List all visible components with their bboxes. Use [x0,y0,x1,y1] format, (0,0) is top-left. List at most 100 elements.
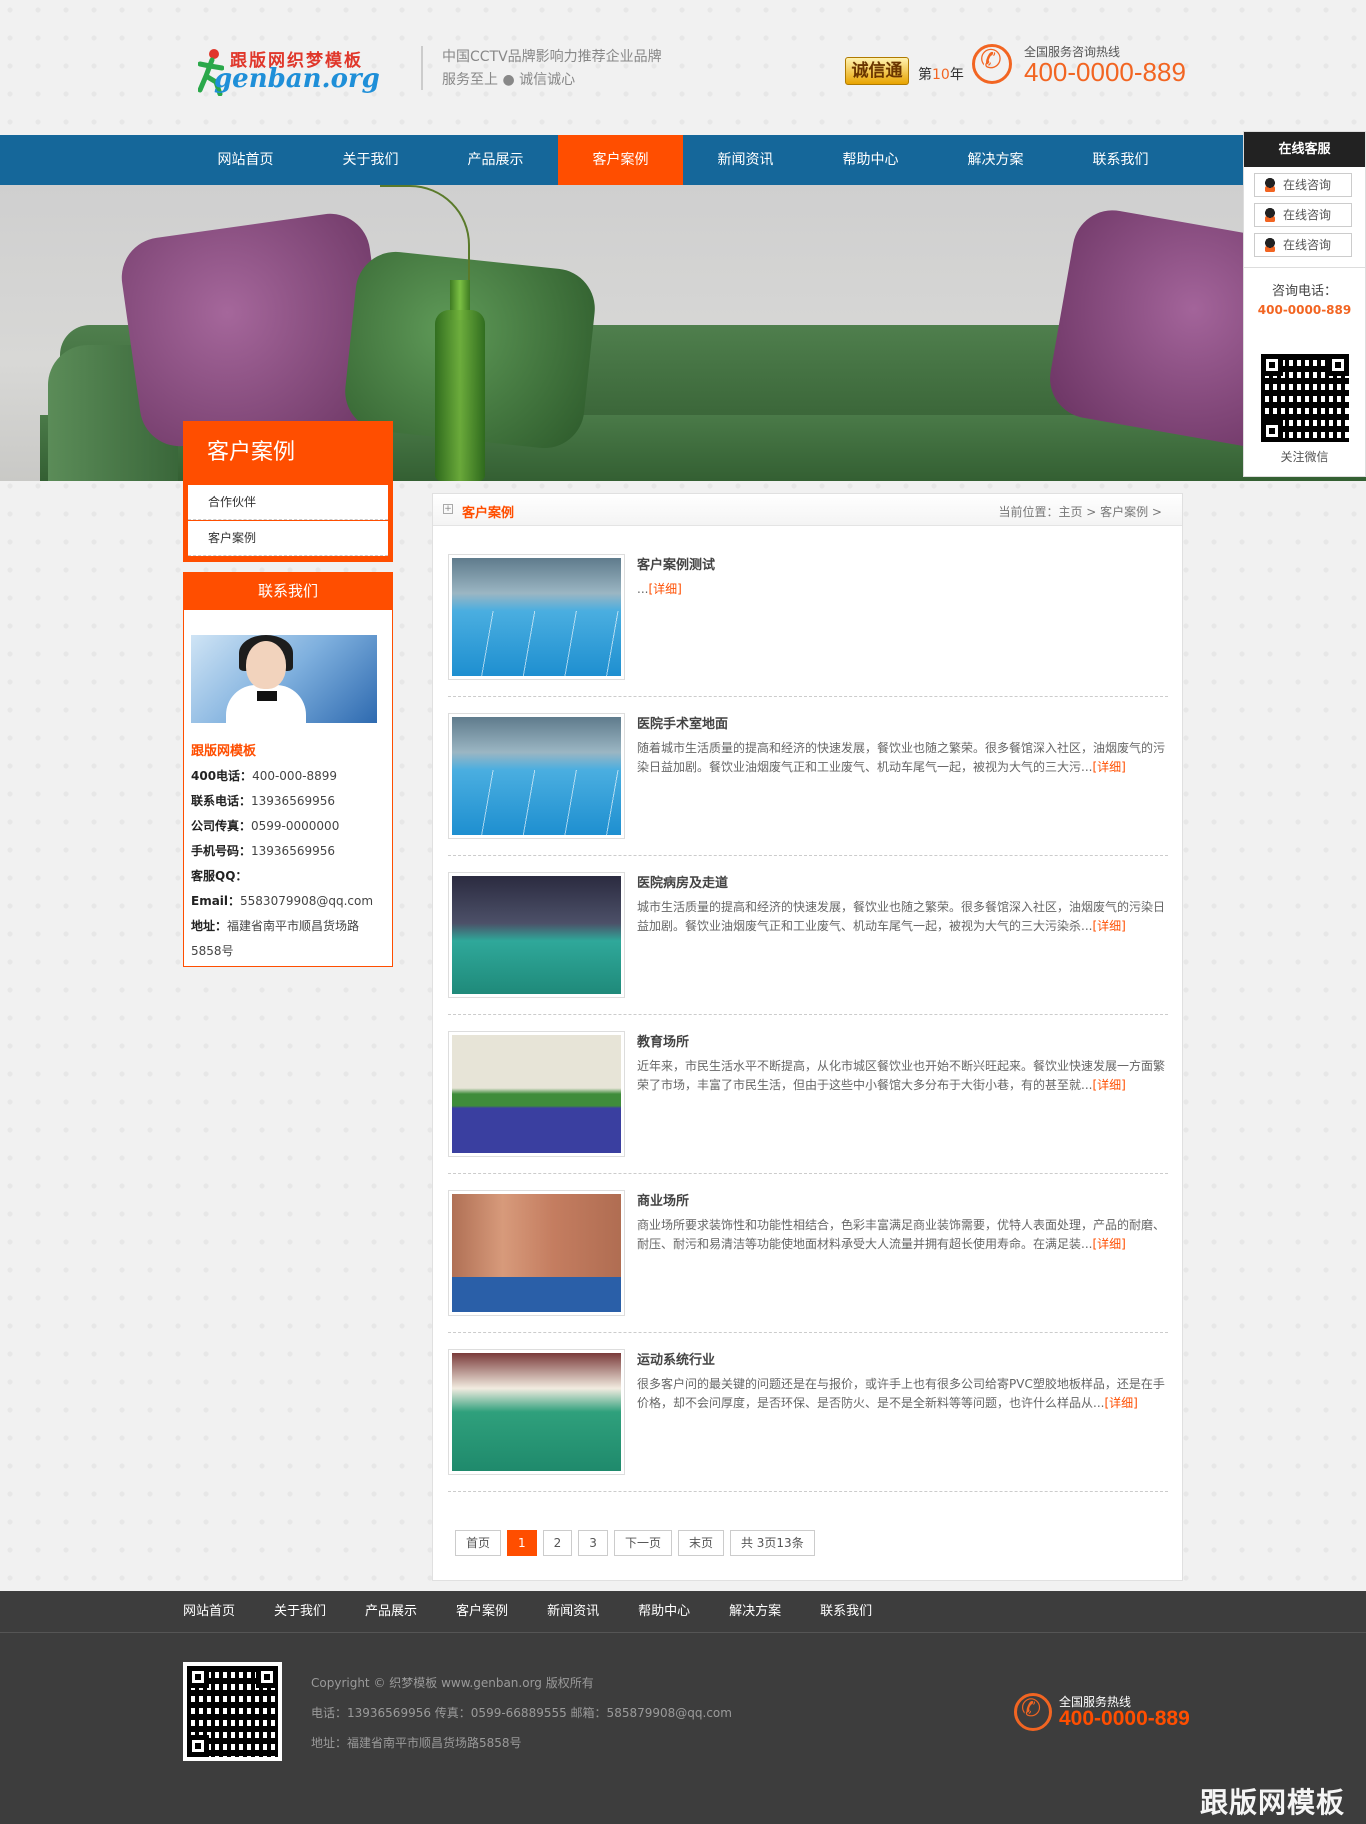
case-title[interactable]: 客户案例测试 [637,554,715,573]
case-item: 运动系统行业 很多客户问的最关键的问题还是在与报价，或许手上也有很多公司给寄PVC… [448,1333,1168,1492]
nav-item[interactable]: 帮助中心 [808,135,933,185]
contact-info: 跟版网模板 400电话：400-000-8899 联系电话：13936569956… [191,739,387,964]
pager-page[interactable]: 3 [578,1530,608,1556]
pager-first[interactable]: 首页 [455,1530,502,1556]
years-badge: 第10年 [918,67,964,83]
phone-icon [972,44,1012,84]
case-image [452,1035,621,1153]
case-description: 城市生活质量的提高和经济的快速发展，餐饮业也随之繁荣。很多餐馆深入社区，油烟废气… [637,900,1166,933]
nav-item[interactable]: 产品展示 [433,135,558,185]
footer-qr-icon [183,1662,282,1761]
case-image [452,558,621,676]
chengxin-badge: 诚信通 [845,57,909,85]
contact-company: 跟版网模板 [191,744,257,759]
site-header: 跟版网织梦模板 genban.org 中国CCTV品牌影响力推荐企业品牌 服务至… [0,0,1366,135]
contact-line: 手机号码：13936569956 [191,844,335,858]
footer-nav-item[interactable]: 网站首页 [183,1591,235,1632]
case-description: 商业场所要求装饰性和功能性相结合，色彩丰富满足商业装饰需要，优特人表面处理，产品… [637,1218,1166,1251]
slogan-line-2: 服务至上 ● 诚信诚心 [442,72,576,88]
contact-line: 客服QQ： [191,869,248,883]
pager-next[interactable]: 下一页 [613,1530,672,1556]
wechat-qr-label: 关注微信 [1280,450,1329,464]
header-divider [421,46,423,90]
case-thumbnail[interactable] [448,713,625,839]
case-item: 医院病房及走道城市生活质量的提高和经济的快速发展，餐饮业也随之繁荣。很多餐馆深入… [448,856,1168,1015]
hotline-number: 400-0000-889 [1024,57,1186,87]
site-logo[interactable]: 跟版网织梦模板 genban.org [198,42,380,102]
case-more-link[interactable]: [详细] [1092,919,1125,933]
site-footer: 网站首页 关于我们 产品展示 客户案例 新闻资讯 帮助中心 解决方案 联系我们 Copyrig… [0,1591,1366,1824]
case-image [452,1353,621,1471]
case-thumbnail[interactable] [448,1190,625,1316]
case-image [452,1194,621,1312]
expand-icon: + [443,504,453,514]
case-title[interactable]: 商业场所 [637,1190,689,1209]
case-more-link[interactable]: [详细] [1092,1237,1125,1251]
case-title[interactable]: 医院病房及走道 [637,872,728,891]
footer-copyright: Copyright © 织梦模板 www.genban.org 版权所有 [311,1676,594,1690]
pager-page[interactable]: 2 [542,1530,573,1556]
footer-phone-icon [1014,1693,1052,1731]
case-title[interactable]: 教育场所 [637,1031,689,1050]
contact-line: 地址：福建省南平市顺昌货场路5858号 [191,919,360,958]
nav-item[interactable]: 新闻资讯 [683,135,808,185]
qq-consult-button-2[interactable]: 在线咨询 [1254,203,1352,227]
case-thumbnail[interactable] [448,554,625,680]
footer-nav-item[interactable]: 解决方案 [729,1591,781,1632]
contact-box: 联系我们 跟版网模板 400电话：400-000-8899 联系电话：139365… [183,572,393,967]
pager-last[interactable]: 末页 [677,1530,724,1556]
case-item: 医院手术室地面随着城市生活质量的提高和经济的快速发展，餐饮业也随之繁荣。很多餐馆… [448,697,1168,856]
footer-nav-item[interactable]: 客户案例 [456,1591,508,1632]
contact-line: Email：5583079908@qq.com [191,894,374,908]
case-item: 教育场所近年来，市民生活水平不断提高，从化市城区餐饮业也开始不断兴旺起来。餐饮业… [448,1015,1168,1174]
nav-item[interactable]: 联系我们 [1058,135,1183,185]
footer-nav: 网站首页 关于我们 产品展示 客户案例 新闻资讯 帮助中心 解决方案 联系我们 [183,1591,911,1632]
footer-hotline: 400-0000-889 [1059,1707,1190,1730]
online-service-panel: 在线客服 在线咨询 在线咨询 在线咨询 咨询电话： 400-0000-889 关… [1243,131,1366,477]
header-slogan: 中国CCTV品牌影响力推荐企业品牌 服务至上 ● 诚信诚心 [442,46,662,92]
panel-header: + 客户案例 当前位置：主页 > 客户案例 > [433,494,1182,526]
case-description: 随着城市生活质量的提高和经济的快速发展，餐饮业也随之繁荣。很多餐馆深入社区，油烟… [637,741,1166,774]
footer-nav-item[interactable]: 帮助中心 [638,1591,690,1632]
footer-nav-item[interactable]: 联系我们 [820,1591,872,1632]
nav-item[interactable]: 客户案例 [558,135,683,185]
case-more-link[interactable]: [详细] [1092,760,1125,774]
case-thumbnail[interactable] [448,1031,625,1157]
contact-line: 400电话：400-000-8899 [191,769,338,783]
left-menu-item-cases[interactable]: 客户案例 [188,521,388,556]
case-item: 客户案例测试 ...[详细] [448,538,1168,697]
case-more-link[interactable]: [详细] [648,582,681,596]
nav-item[interactable]: 网站首页 [183,135,308,185]
customer-service-photo [191,635,377,723]
contact-line: 公司传真：0599-0000000 [191,819,340,833]
qq-consult-button-1[interactable]: 在线咨询 [1254,173,1352,197]
case-description: 近年来，市民生活水平不断提高，从化市城区餐饮业也开始不断兴旺起来。餐饮业快速发展… [637,1059,1166,1092]
case-title[interactable]: 医院手术室地面 [637,713,728,732]
case-thumbnail[interactable] [448,1349,625,1475]
consult-tel-label: 咨询电话： [1271,284,1337,299]
case-list-panel: + 客户案例 当前位置：主页 > 客户案例 > 客户案例测试 ...[详细] 医院手… [432,493,1183,1581]
qq-consult-button-3[interactable]: 在线咨询 [1254,233,1352,257]
pager-page[interactable]: 1 [507,1530,537,1556]
case-more-link[interactable]: [详细] [1092,1078,1125,1092]
footer-contact: 电话：13936569956 传真：0599-66889555 邮箱：58587… [311,1706,732,1720]
case-description: ...[详细] [637,582,682,596]
footer-info: Copyright © 织梦模板 www.genban.org 版权所有 电话：… [311,1668,732,1758]
pagination: 首页 123 下一页 末页 共 3页13条 [455,1530,815,1556]
panel-title: 客户案例 [462,506,515,521]
left-menu-item-partners[interactable]: 合作伙伴 [188,485,388,520]
footer-nav-item[interactable]: 产品展示 [365,1591,417,1632]
nav-item[interactable]: 解决方案 [933,135,1058,185]
case-more-link[interactable]: [详细] [1104,1396,1137,1410]
nav-item[interactable]: 关于我们 [308,135,433,185]
footer-nav-item[interactable]: 关于我们 [274,1591,326,1632]
footer-nav-item[interactable]: 新闻资讯 [547,1591,599,1632]
online-service-title: 在线客服 [1244,132,1365,167]
case-title[interactable]: 运动系统行业 [637,1349,715,1368]
case-thumbnail[interactable] [448,872,625,998]
footer-address: 地址：福建省南平市顺昌货场路5858号 [311,1736,522,1750]
case-image [452,717,621,835]
consult-tel: 400-0000-889 [1257,303,1352,317]
case-image [452,876,621,994]
slogan-line-1: 中国CCTV品牌影响力推荐企业品牌 [442,49,662,65]
